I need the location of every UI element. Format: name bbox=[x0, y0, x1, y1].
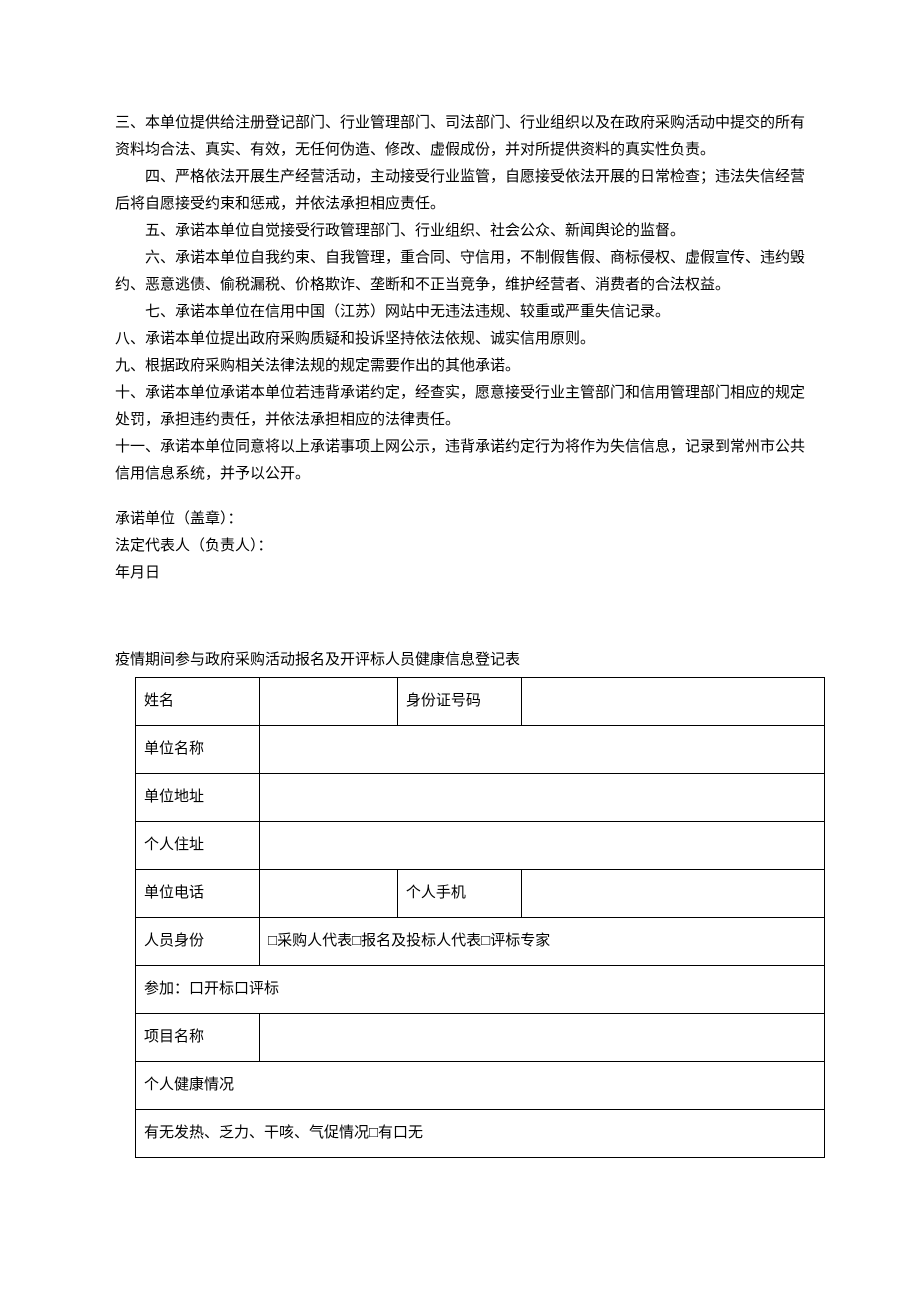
table-row: 人员身份 □采购人代表□报名及投标人代表□评标专家 bbox=[136, 918, 825, 966]
table-row: 单位电话 个人手机 bbox=[136, 870, 825, 918]
table-row: 单位地址 bbox=[136, 774, 825, 822]
participate-label: 参加：口开标口评标 bbox=[136, 966, 825, 1014]
commitment-item-10: 十、承诺本单位承诺本单位若违背承诺约定，经查实，愿意接受行业主管部门和信用管理部… bbox=[115, 380, 805, 434]
signature-unit: 承诺单位（盖章）： bbox=[115, 506, 805, 533]
commitment-item-9: 九、根据政府采购相关法律法规的规定需要作出的其他承诺。 bbox=[115, 353, 805, 380]
commitment-item-7: 七、承诺本单位在信用中国（江苏）网站中无违法违规、较重或严重失信记录。 bbox=[115, 299, 805, 326]
table-row: 个人住址 bbox=[136, 822, 825, 870]
table-row: 单位名称 bbox=[136, 726, 825, 774]
commitment-item-6: 六、承诺本单位自我约束、自我管理，重合同、守信用，不制假售假、商标侵权、虚假宣传… bbox=[115, 245, 805, 299]
signature-date: 年月日 bbox=[115, 560, 805, 587]
health-form-table: 姓名 身份证号码 单位名称 单位地址 个人住址 单位电话 个人手机 人员身份 □… bbox=[135, 677, 825, 1158]
unit-name-label: 单位名称 bbox=[136, 726, 260, 774]
health-form-title: 疫情期间参与政府采购活动报名及开评标人员健康信息登记表 bbox=[115, 647, 805, 674]
unit-addr-label: 单位地址 bbox=[136, 774, 260, 822]
health-label: 个人健康情况 bbox=[136, 1062, 825, 1110]
unit-name-value bbox=[260, 726, 825, 774]
unit-phone-value bbox=[260, 870, 398, 918]
unit-phone-label: 单位电话 bbox=[136, 870, 260, 918]
id-value bbox=[521, 678, 824, 726]
table-row: 个人健康情况 bbox=[136, 1062, 825, 1110]
commitment-item-4: 四、严格依法开展生产经营活动，主动接受行业监管，自愿接受依法开展的日常检查；违法… bbox=[115, 164, 805, 218]
table-row: 有无发热、乏力、干咳、气促情况□有口无 bbox=[136, 1110, 825, 1158]
id-label: 身份证号码 bbox=[397, 678, 521, 726]
identity-label: 人员身份 bbox=[136, 918, 260, 966]
signature-legal-rep: 法定代表人（负责人）： bbox=[115, 533, 805, 560]
name-label: 姓名 bbox=[136, 678, 260, 726]
project-name-label: 项目名称 bbox=[136, 1014, 260, 1062]
symptoms-label: 有无发热、乏力、干咳、气促情况□有口无 bbox=[136, 1110, 825, 1158]
personal-mobile-label: 个人手机 bbox=[397, 870, 521, 918]
personal-addr-label: 个人住址 bbox=[136, 822, 260, 870]
personal-mobile-value bbox=[521, 870, 824, 918]
commitment-item-8: 八、承诺本单位提出政府采购质疑和投诉坚持依法依规、诚实信用原则。 bbox=[115, 326, 805, 353]
table-row: 参加：口开标口评标 bbox=[136, 966, 825, 1014]
commitment-item-11: 十一、承诺本单位同意将以上承诺事项上网公示，违背承诺约定行为将作为失信信息，记录… bbox=[115, 434, 805, 488]
table-row: 项目名称 bbox=[136, 1014, 825, 1062]
name-value bbox=[260, 678, 398, 726]
table-row: 姓名 身份证号码 bbox=[136, 678, 825, 726]
identity-value: □采购人代表□报名及投标人代表□评标专家 bbox=[260, 918, 825, 966]
project-name-value bbox=[260, 1014, 825, 1062]
commitment-item-3: 三、本单位提供给注册登记部门、行业管理部门、司法部门、行业组织以及在政府采购活动… bbox=[115, 110, 805, 164]
commitment-item-5: 五、承诺本单位自觉接受行政管理部门、行业组织、社会公众、新闻舆论的监督。 bbox=[115, 218, 805, 245]
unit-addr-value bbox=[260, 774, 825, 822]
personal-addr-value bbox=[260, 822, 825, 870]
